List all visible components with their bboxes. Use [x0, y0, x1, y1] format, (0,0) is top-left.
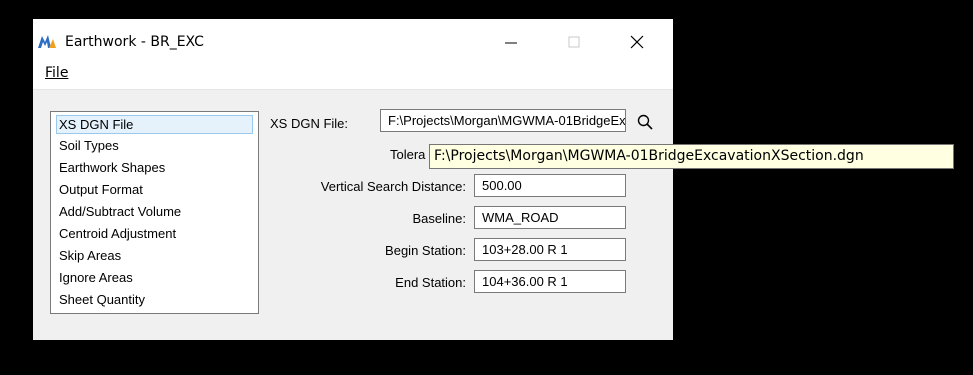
- menu-file-label: File: [45, 65, 69, 81]
- list-item-sheet-quantity[interactable]: Sheet Quantity: [56, 291, 253, 310]
- xs-dgn-file-field[interactable]: F:\Projects\Morgan\MGWMA-01BridgeExcavat…: [380, 109, 626, 132]
- search-icon[interactable]: [636, 113, 654, 131]
- list-item-xs-dgn-file[interactable]: XS DGN File: [56, 115, 253, 134]
- list-item-earthwork-shapes[interactable]: Earthwork Shapes: [56, 159, 253, 178]
- list-item-add-subtract-volume[interactable]: Add/Subtract Volume: [56, 203, 253, 222]
- list-item-soil-types[interactable]: Soil Types: [56, 137, 253, 156]
- end-station-field[interactable]: 104+36.00 R 1: [474, 270, 626, 293]
- list-item-centroid-adjustment[interactable]: Centroid Adjustment: [56, 225, 253, 244]
- minimize-icon[interactable]: [502, 33, 520, 51]
- category-list[interactable]: XS DGN File Soil Types Earthwork Shapes …: [50, 111, 259, 314]
- xs-dgn-file-label: XS DGN File:: [270, 116, 349, 131]
- list-item-ignore-areas[interactable]: Ignore Areas: [56, 269, 253, 288]
- begin-station-field[interactable]: 103+28.00 R 1: [474, 238, 626, 261]
- close-icon[interactable]: [628, 33, 646, 51]
- earthwork-app-icon: [38, 35, 56, 48]
- tolerance-label: Tolera: [390, 147, 426, 162]
- maximize-icon[interactable]: [565, 33, 583, 51]
- list-item-skip-areas[interactable]: Skip Areas: [56, 247, 253, 266]
- vertical-search-distance-label: Vertical Search Distance:: [320, 179, 466, 194]
- menu-bar: File: [33, 59, 673, 90]
- window-title: Earthwork - BR_EXC: [65, 34, 204, 50]
- title-bar[interactable]: Earthwork - BR_EXC: [33, 19, 673, 59]
- file-path-tooltip: F:\Projects\Morgan\MGWMA-01BridgeExcavat…: [429, 144, 954, 169]
- baseline-field[interactable]: WMA_ROAD: [474, 206, 626, 229]
- list-item-output-format[interactable]: Output Format: [56, 181, 253, 200]
- baseline-label: Baseline:: [412, 211, 466, 226]
- menu-file[interactable]: File: [45, 65, 68, 81]
- begin-station-label: Begin Station:: [385, 243, 466, 258]
- vertical-search-distance-field[interactable]: 500.00: [474, 174, 626, 197]
- end-station-label: End Station:: [395, 275, 466, 290]
